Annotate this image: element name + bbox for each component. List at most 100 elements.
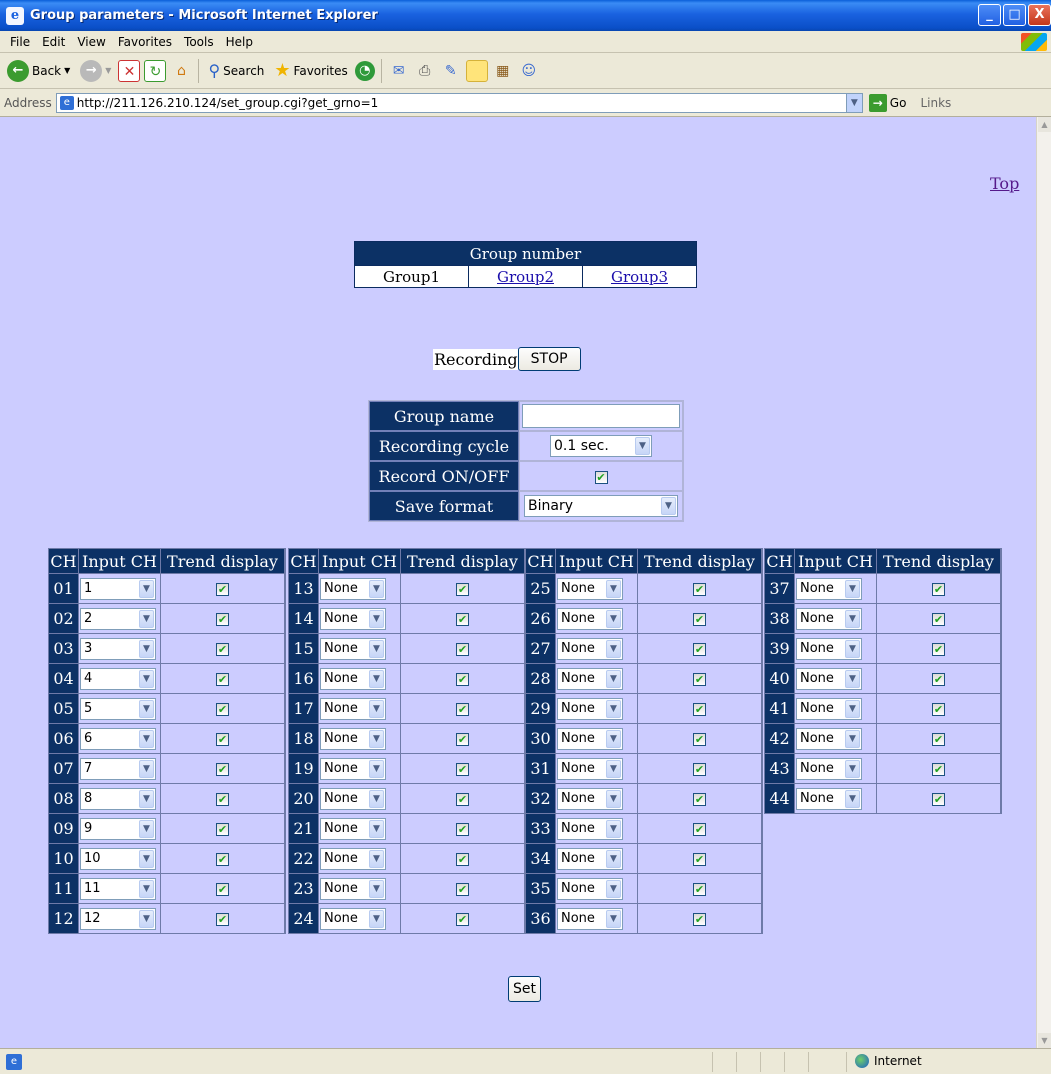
save-format-select[interactable]: Binary ▼ xyxy=(524,495,678,517)
menu-file[interactable]: File xyxy=(4,35,36,49)
trend-display-checkbox[interactable]: ✔ xyxy=(932,733,945,746)
input-ch-select[interactable]: None ▼ xyxy=(320,907,386,930)
input-ch-select[interactable]: None ▼ xyxy=(557,907,623,930)
input-ch-select[interactable]: 12 ▼ xyxy=(80,907,156,930)
input-ch-select[interactable]: None ▼ xyxy=(320,727,386,750)
input-ch-select[interactable]: None ▼ xyxy=(796,577,862,600)
search-button[interactable]: ⚲ Search xyxy=(205,59,267,82)
input-ch-select[interactable]: None ▼ xyxy=(557,817,623,840)
menu-help[interactable]: Help xyxy=(220,35,259,49)
trend-display-checkbox[interactable]: ✔ xyxy=(693,793,706,806)
input-ch-select[interactable]: None ▼ xyxy=(320,697,386,720)
input-ch-select[interactable]: None ▼ xyxy=(320,877,386,900)
trend-display-checkbox[interactable]: ✔ xyxy=(693,703,706,716)
input-ch-select[interactable]: 8 ▼ xyxy=(80,787,156,810)
back-button[interactable]: ← Back ▼ xyxy=(4,58,73,84)
trend-display-checkbox[interactable]: ✔ xyxy=(456,913,469,926)
input-ch-select[interactable]: None ▼ xyxy=(320,577,386,600)
trend-display-checkbox[interactable]: ✔ xyxy=(456,613,469,626)
trend-display-checkbox[interactable]: ✔ xyxy=(693,613,706,626)
menu-tools[interactable]: Tools xyxy=(178,35,220,49)
trend-display-checkbox[interactable]: ✔ xyxy=(932,793,945,806)
edit-icon[interactable]: ✎ xyxy=(440,60,462,82)
input-ch-select[interactable]: None ▼ xyxy=(557,667,623,690)
trend-display-checkbox[interactable]: ✔ xyxy=(456,733,469,746)
stop-icon[interactable]: ✕ xyxy=(118,59,141,82)
close-button[interactable]: X xyxy=(1028,4,1051,26)
scroll-down-icon[interactable]: ▼ xyxy=(1038,1033,1051,1048)
mail-icon[interactable]: ✉ xyxy=(388,60,410,82)
trend-display-checkbox[interactable]: ✔ xyxy=(693,853,706,866)
trend-display-checkbox[interactable]: ✔ xyxy=(693,673,706,686)
trend-display-checkbox[interactable]: ✔ xyxy=(932,613,945,626)
trend-display-checkbox[interactable]: ✔ xyxy=(693,763,706,776)
menu-favorites[interactable]: Favorites xyxy=(112,35,178,49)
input-ch-select[interactable]: 2 ▼ xyxy=(80,607,156,630)
trend-display-checkbox[interactable]: ✔ xyxy=(932,703,945,716)
links-button[interactable]: Links xyxy=(920,96,951,110)
trend-display-checkbox[interactable]: ✔ xyxy=(932,583,945,596)
input-ch-select[interactable]: None ▼ xyxy=(557,877,623,900)
trend-display-checkbox[interactable]: ✔ xyxy=(693,733,706,746)
trend-display-checkbox[interactable]: ✔ xyxy=(456,703,469,716)
set-button[interactable]: Set xyxy=(508,976,541,1002)
trend-display-checkbox[interactable]: ✔ xyxy=(216,733,229,746)
menu-view[interactable]: View xyxy=(71,35,111,49)
input-ch-select[interactable]: None ▼ xyxy=(796,787,862,810)
trend-display-checkbox[interactable]: ✔ xyxy=(693,643,706,656)
input-ch-select[interactable]: None ▼ xyxy=(796,607,862,630)
trend-display-checkbox[interactable]: ✔ xyxy=(216,583,229,596)
trend-display-checkbox[interactable]: ✔ xyxy=(216,703,229,716)
input-ch-select[interactable]: 4 ▼ xyxy=(80,667,156,690)
trend-display-checkbox[interactable]: ✔ xyxy=(216,883,229,896)
input-ch-select[interactable]: 1 ▼ xyxy=(80,577,156,600)
maximize-button[interactable]: □ xyxy=(1003,4,1026,26)
input-ch-select[interactable]: None ▼ xyxy=(796,667,862,690)
discuss-icon[interactable] xyxy=(465,59,488,82)
trend-display-checkbox[interactable]: ✔ xyxy=(216,793,229,806)
input-ch-select[interactable]: None ▼ xyxy=(557,757,623,780)
home-icon[interactable]: ⌂ xyxy=(170,60,192,82)
input-ch-select[interactable]: None ▼ xyxy=(320,637,386,660)
input-ch-select[interactable]: 5 ▼ xyxy=(80,697,156,720)
group2-link[interactable]: Group2 xyxy=(497,268,554,286)
input-ch-select[interactable]: None ▼ xyxy=(557,607,623,630)
scroll-up-icon[interactable]: ▲ xyxy=(1038,117,1051,132)
trend-display-checkbox[interactable]: ✔ xyxy=(932,673,945,686)
trend-display-checkbox[interactable]: ✔ xyxy=(456,883,469,896)
trend-display-checkbox[interactable]: ✔ xyxy=(216,823,229,836)
vertical-scrollbar[interactable]: ▲ ▼ xyxy=(1036,117,1051,1048)
address-dropdown-icon[interactable]: ▼ xyxy=(845,93,862,112)
input-ch-select[interactable]: None ▼ xyxy=(320,667,386,690)
go-button[interactable]: → Go xyxy=(868,93,906,112)
print-icon[interactable]: ⎙ xyxy=(414,60,436,82)
input-ch-select[interactable]: None ▼ xyxy=(557,637,623,660)
trend-display-checkbox[interactable]: ✔ xyxy=(693,583,706,596)
trend-display-checkbox[interactable]: ✔ xyxy=(456,853,469,866)
input-ch-select[interactable]: None ▼ xyxy=(320,847,386,870)
research-icon[interactable]: ▦ xyxy=(492,60,514,82)
input-ch-select[interactable]: 10 ▼ xyxy=(80,847,156,870)
group3-link[interactable]: Group3 xyxy=(611,268,668,286)
trend-display-checkbox[interactable]: ✔ xyxy=(693,883,706,896)
trend-display-checkbox[interactable]: ✔ xyxy=(216,643,229,656)
input-ch-select[interactable]: None ▼ xyxy=(320,817,386,840)
forward-button[interactable]: → ▼ xyxy=(77,58,114,84)
messenger-icon[interactable]: ☺ xyxy=(518,60,540,82)
input-ch-select[interactable]: None ▼ xyxy=(557,787,623,810)
recording-cycle-select[interactable]: 0.1 sec. ▼ xyxy=(550,435,652,457)
favorites-button[interactable]: ★ Favorites xyxy=(271,58,350,83)
menu-edit[interactable]: Edit xyxy=(36,35,71,49)
input-ch-select[interactable]: 11 ▼ xyxy=(80,877,156,900)
input-ch-select[interactable]: None ▼ xyxy=(557,727,623,750)
trend-display-checkbox[interactable]: ✔ xyxy=(216,913,229,926)
input-ch-select[interactable]: None ▼ xyxy=(796,637,862,660)
input-ch-select[interactable]: None ▼ xyxy=(557,577,623,600)
input-ch-select[interactable]: None ▼ xyxy=(796,757,862,780)
trend-display-checkbox[interactable]: ✔ xyxy=(693,823,706,836)
trend-display-checkbox[interactable]: ✔ xyxy=(693,913,706,926)
minimize-button[interactable]: _ xyxy=(978,4,1001,26)
top-link[interactable]: Top xyxy=(990,174,1019,193)
record-onoff-checkbox[interactable]: ✔ xyxy=(594,470,608,484)
trend-display-checkbox[interactable]: ✔ xyxy=(216,853,229,866)
